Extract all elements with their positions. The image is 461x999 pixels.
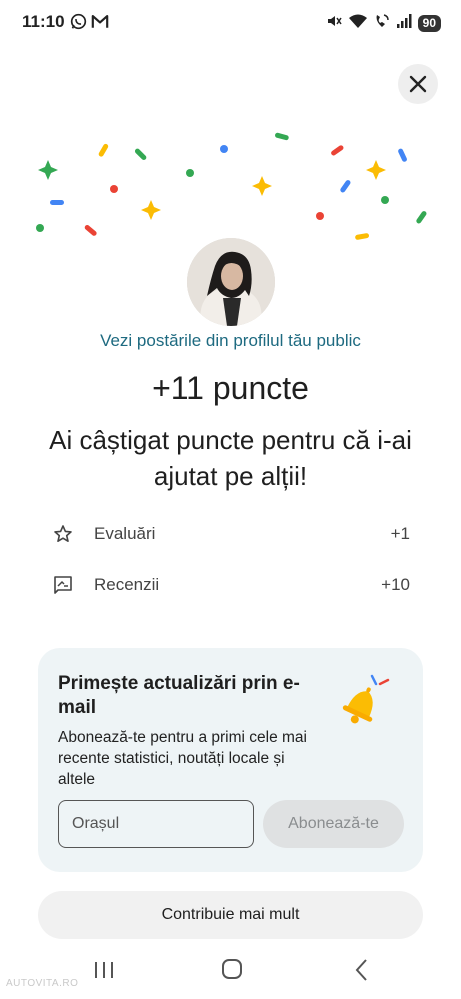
review-icon <box>50 572 76 598</box>
avatar-image <box>187 238 275 326</box>
card-body: Abonează-te pentru a primi cele mai rece… <box>58 729 307 788</box>
system-icons: 90 <box>326 13 441 34</box>
battery-icon: 90 <box>417 15 441 32</box>
wifi-call-icon <box>374 13 390 34</box>
contribution-value: +1 <box>390 524 410 543</box>
contribution-row-reviews: Recenzii +10 <box>50 570 410 600</box>
contribution-value: +10 <box>381 575 410 594</box>
navigation-bar <box>0 948 461 999</box>
close-icon <box>409 75 427 93</box>
notification-icons <box>70 13 109 35</box>
star-icon <box>50 521 76 547</box>
back-icon[interactable] <box>352 958 372 982</box>
subscribe-button[interactable]: Abonează-te <box>263 800 404 848</box>
close-button[interactable] <box>398 64 438 104</box>
points-subtitle: Ai câștigat puncte pentru că i-ai ajutat… <box>49 425 412 491</box>
wifi-icon <box>348 13 368 34</box>
contribution-row-ratings: Evaluări +1 <box>50 519 410 549</box>
mute-icon <box>326 13 342 34</box>
bell-icon <box>342 674 390 724</box>
confetti-decoration <box>36 132 427 240</box>
whatsapp-icon <box>70 13 87 35</box>
card-title: Primește actualizări prin e-mail <box>58 673 300 718</box>
contribution-label: Evaluări <box>94 524 156 543</box>
contribution-label: Recenzii <box>94 575 160 594</box>
email-updates-card: Primește actualizări prin e-mail Aboneaz… <box>38 648 423 872</box>
avatar[interactable] <box>187 238 275 326</box>
watermark: AUTOVITA.RO <box>6 978 79 989</box>
status-bar: 11:10 90 <box>0 0 461 44</box>
city-input[interactable] <box>58 800 254 848</box>
signal-icon <box>396 13 412 34</box>
status-time: 11:10 <box>22 12 65 31</box>
public-profile-link[interactable]: Vezi postările din profilul tău public <box>0 331 461 351</box>
home-icon[interactable] <box>222 959 242 979</box>
contribute-more-button[interactable]: Contribuie mai mult <box>38 891 423 939</box>
points-title: +11 puncte <box>152 370 309 406</box>
recent-apps-icon[interactable] <box>93 961 115 979</box>
gmail-icon <box>91 13 109 35</box>
